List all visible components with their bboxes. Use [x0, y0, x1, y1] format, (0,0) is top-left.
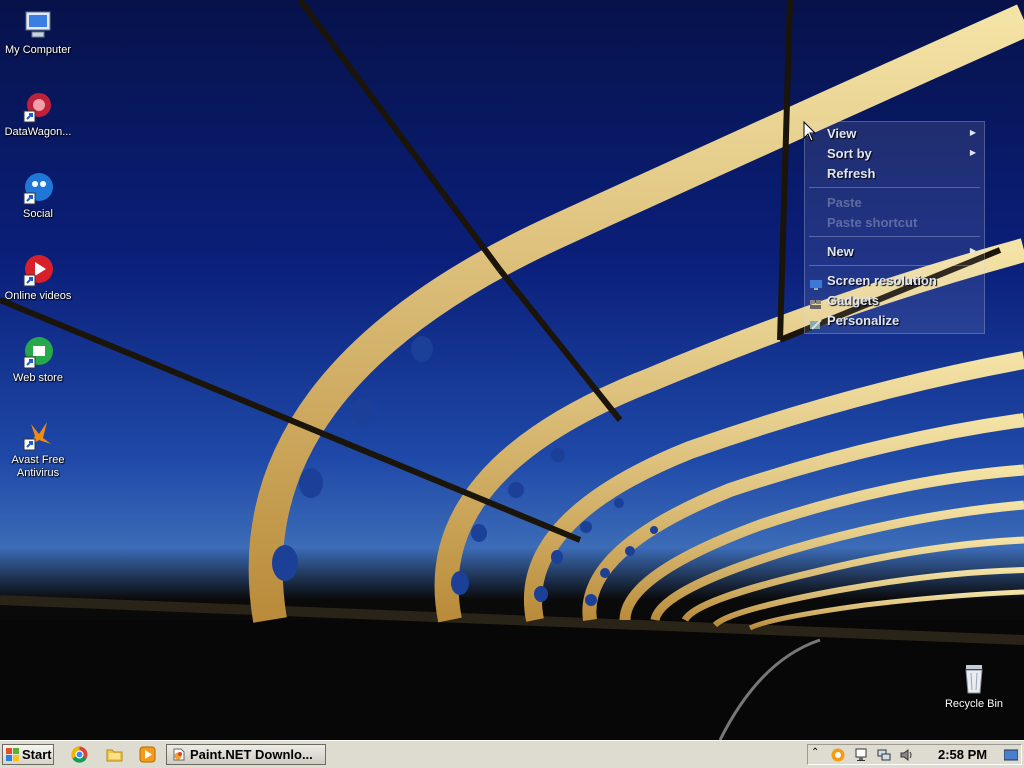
desktop-icon-my-computer[interactable]: My Computer — [0, 8, 76, 57]
desktop-icon-label: My Computer — [4, 44, 72, 56]
paint-net-icon — [173, 748, 185, 761]
screen-resolution-icon — [810, 277, 822, 290]
submenu-arrow-icon: ▶ — [969, 148, 976, 157]
desktop-icon-social[interactable]: Social — [0, 172, 76, 221]
desktop-icon-label: Recycle Bin — [944, 698, 1004, 710]
menu-item-view[interactable]: View — [827, 126, 856, 141]
menu-item-personalize[interactable]: Personalize — [827, 313, 899, 328]
explorer-icon[interactable] — [106, 746, 123, 763]
start-label: Start — [22, 747, 52, 762]
desktop-icon-label: Social — [23, 208, 53, 220]
taskbar: Start Paint.NET Downlo... ⌃ 2:58 PM — [0, 740, 1024, 768]
chrome-icon[interactable] — [71, 746, 88, 763]
store-icon — [21, 336, 55, 370]
menu-item-new[interactable]: New — [827, 244, 854, 259]
desktop-icon-online-videos[interactable]: Online videos — [0, 254, 76, 303]
personalize-icon — [810, 317, 822, 330]
taskbar-button-label: Paint.NET Downlo... — [190, 747, 313, 762]
desktop-icon-label: Online videos — [4, 290, 72, 302]
desktop[interactable]: My Computer DataWagon... Social Online v… — [0, 0, 1024, 740]
social-icon — [21, 172, 55, 206]
clock[interactable]: 2:58 PM — [938, 747, 987, 762]
taskbar-button-paint-net[interactable]: Paint.NET Downlo... — [166, 744, 326, 765]
menu-separator — [809, 265, 980, 266]
desktop-context-menu: View ▶ Sort by ▶ Refresh Paste Paste sho… — [804, 121, 985, 334]
show-hidden-icons-chevron[interactable]: ⌃ — [811, 747, 825, 761]
desktop-icon-recycle-bin[interactable]: Recycle Bin — [936, 662, 1012, 711]
submenu-arrow-icon: ▶ — [969, 128, 976, 137]
gadgets-icon — [810, 297, 822, 309]
desktop-icon-label: Web store — [13, 372, 63, 384]
menu-item-refresh[interactable]: Refresh — [827, 166, 875, 181]
show-desktop-icon[interactable] — [1004, 748, 1018, 762]
menu-item-screen-resolution[interactable]: Screen resolution — [827, 273, 937, 288]
avast-tray-icon[interactable] — [831, 748, 845, 762]
submenu-arrow-icon: ▶ — [969, 246, 976, 255]
menu-item-gadgets[interactable]: Gadgets — [827, 293, 879, 308]
datawagon-icon — [21, 90, 55, 124]
wallpaper-bridge — [0, 0, 1024, 740]
video-icon — [21, 254, 55, 288]
desktop-icon-label: Avast Free Antivirus — [11, 454, 65, 479]
desktop-icon-label: DataWagon... — [4, 126, 72, 138]
mouse-cursor-icon — [803, 121, 817, 142]
windows-flag-icon — [6, 748, 19, 761]
desktop-icon-datawagon[interactable]: DataWagon... — [0, 90, 76, 139]
computer-icon — [21, 8, 55, 42]
avast-icon — [21, 418, 55, 452]
menu-item-paste-shortcut: Paste shortcut — [827, 215, 918, 230]
volume-icon[interactable] — [900, 748, 914, 762]
menu-separator — [809, 187, 980, 188]
start-button[interactable]: Start — [2, 744, 54, 765]
system-tray: ⌃ 2:58 PM — [807, 744, 1022, 765]
menu-item-sort-by[interactable]: Sort by — [827, 146, 872, 161]
desktop-icon-avast[interactable]: Avast Free Antivirus — [0, 418, 76, 480]
action-center-icon[interactable] — [854, 748, 868, 762]
menu-item-paste: Paste — [827, 195, 862, 210]
media-player-icon[interactable] — [139, 746, 156, 763]
desktop-icon-web-store[interactable]: Web store — [0, 336, 76, 385]
network-icon[interactable] — [877, 748, 891, 762]
recycle-bin-icon — [957, 662, 991, 696]
menu-separator — [809, 236, 980, 237]
